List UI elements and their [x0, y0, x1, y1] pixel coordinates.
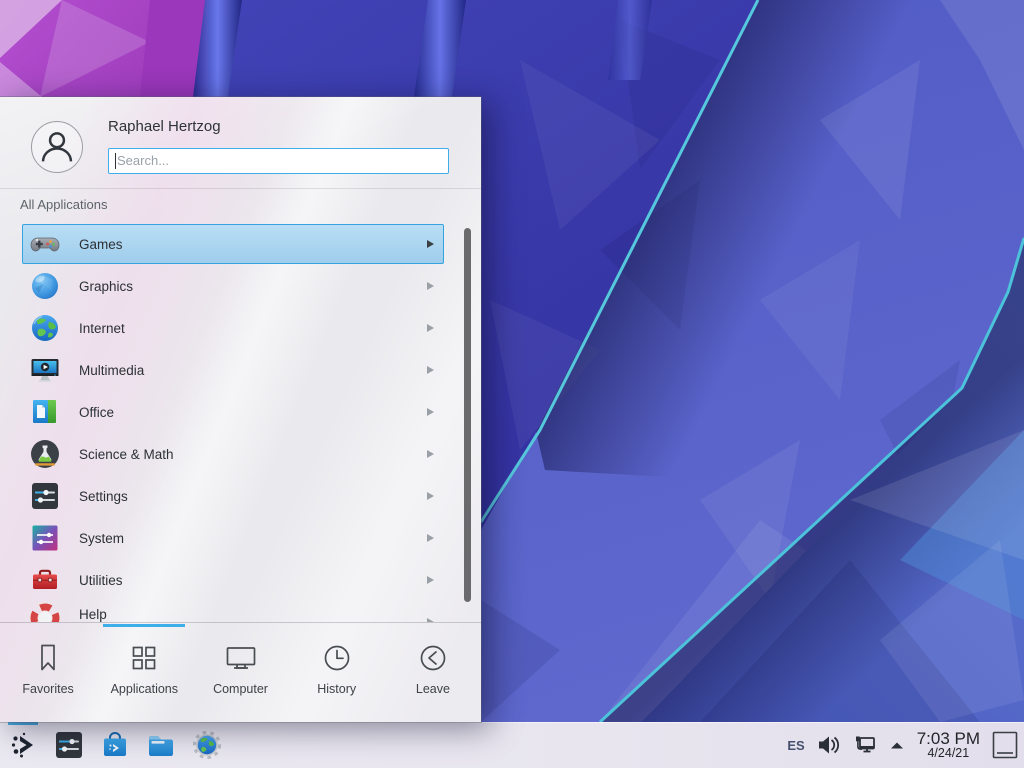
tab-label: Favorites — [22, 682, 73, 696]
launcher-header: Raphael Hertzog Search... — [0, 97, 481, 189]
category-label: Graphics — [79, 279, 133, 294]
tab-favorites[interactable]: Favorites — [0, 623, 96, 722]
category-row-science[interactable]: Science & Math — [0, 433, 481, 475]
digital-clock[interactable]: 7:03 PM 4/24/21 — [917, 730, 980, 761]
category-row-settings[interactable]: Settings — [0, 475, 481, 517]
settings-dark-icon — [53, 729, 85, 761]
leave-icon — [415, 640, 451, 676]
clock-date: 4/24/21 — [917, 747, 980, 760]
category-row-system[interactable]: System — [0, 517, 481, 559]
tab-leave[interactable]: Leave — [385, 623, 481, 722]
volume-icon[interactable] — [817, 733, 841, 757]
submenu-arrow-icon — [427, 240, 434, 248]
tab-history[interactable]: History — [289, 623, 385, 722]
category-label: Settings — [79, 489, 128, 504]
sphere-icon — [29, 270, 61, 302]
category-row-games[interactable]: Games — [0, 223, 481, 265]
system-settings-button[interactable] — [50, 722, 88, 768]
user-name: Raphael Hertzog — [108, 118, 221, 135]
submenu-arrow-icon — [427, 450, 434, 458]
taskbar-launchers — [0, 722, 226, 768]
category-row-office[interactable]: Office — [0, 391, 481, 433]
tab-label: History — [317, 682, 356, 696]
kali-dragon-icon — [7, 729, 39, 761]
tab-label: Applications — [111, 682, 178, 696]
sliders-color-icon — [29, 522, 61, 554]
lifebuoy-icon — [29, 598, 61, 622]
app-store-bag-icon — [99, 729, 131, 761]
category-label: Science & Math — [79, 447, 174, 462]
tray-expander-caret-icon[interactable] — [889, 740, 905, 750]
category-label: Multimedia — [79, 363, 144, 378]
folder-icon — [145, 729, 177, 761]
search-input[interactable]: Search... — [108, 148, 449, 174]
category-row-graphics[interactable]: Graphics — [0, 265, 481, 307]
tab-label: Leave — [416, 682, 450, 696]
system-tray: ES 7:03 PM 4/24/2 — [787, 730, 1024, 761]
category-label: Internet — [79, 321, 125, 336]
text-caret — [115, 153, 116, 169]
kali-menu-button[interactable] — [4, 722, 42, 768]
user-avatar-icon[interactable] — [31, 121, 83, 173]
bookmark-icon — [30, 640, 66, 676]
submenu-arrow-icon — [427, 366, 434, 374]
application-launcher-menu: Raphael Hertzog Search... All Applicatio… — [0, 97, 481, 722]
submenu-arrow-icon — [427, 408, 434, 416]
tab-computer[interactable]: Computer — [192, 623, 288, 722]
category-row-internet[interactable]: Internet — [0, 307, 481, 349]
tab-label: Computer — [213, 682, 268, 696]
search-placeholder: Search... — [117, 153, 169, 168]
keyboard-layout-indicator[interactable]: ES — [787, 738, 804, 753]
sliders-dark-icon — [29, 480, 61, 512]
tab-applications[interactable]: Applications — [96, 623, 192, 722]
gamepad-icon — [29, 228, 61, 260]
category-label: Help — [79, 607, 107, 622]
category-label: Games — [79, 237, 123, 252]
web-browser-button[interactable] — [188, 722, 226, 768]
category-row-utilities[interactable]: Utilities — [0, 559, 481, 601]
network-wired-icon[interactable] — [853, 733, 877, 757]
monitor-play-icon — [29, 354, 61, 386]
grid-icon — [126, 640, 162, 676]
globe-gear-icon — [191, 729, 223, 761]
category-row-help[interactable]: Help — [0, 601, 481, 622]
category-row-multimedia[interactable]: Multimedia — [0, 349, 481, 391]
submenu-arrow-icon — [427, 324, 434, 332]
launcher-tabbar: Favorites Applications Computer — [0, 622, 481, 722]
globe-icon — [29, 312, 61, 344]
file-manager-button[interactable] — [142, 722, 180, 768]
category-label: System — [79, 531, 124, 546]
toolbox-icon — [29, 564, 61, 596]
category-label: Office — [79, 405, 114, 420]
documents-icon — [29, 396, 61, 428]
computer-icon — [223, 640, 259, 676]
submenu-arrow-icon — [427, 534, 434, 542]
flask-icon — [29, 438, 61, 470]
discover-store-button[interactable] — [96, 722, 134, 768]
category-list: Games Graphics — [0, 223, 481, 622]
show-desktop-button[interactable] — [992, 731, 1018, 759]
submenu-arrow-icon — [427, 576, 434, 584]
clock-time: 7:03 PM — [917, 730, 980, 748]
taskbar: ES 7:03 PM 4/24/2 — [0, 722, 1024, 768]
clock-icon — [319, 640, 355, 676]
submenu-arrow-icon — [427, 282, 434, 290]
section-label: All Applications — [20, 197, 107, 212]
category-label: Utilities — [79, 573, 123, 588]
submenu-arrow-icon — [427, 492, 434, 500]
scrollbar-thumb[interactable] — [464, 228, 471, 602]
